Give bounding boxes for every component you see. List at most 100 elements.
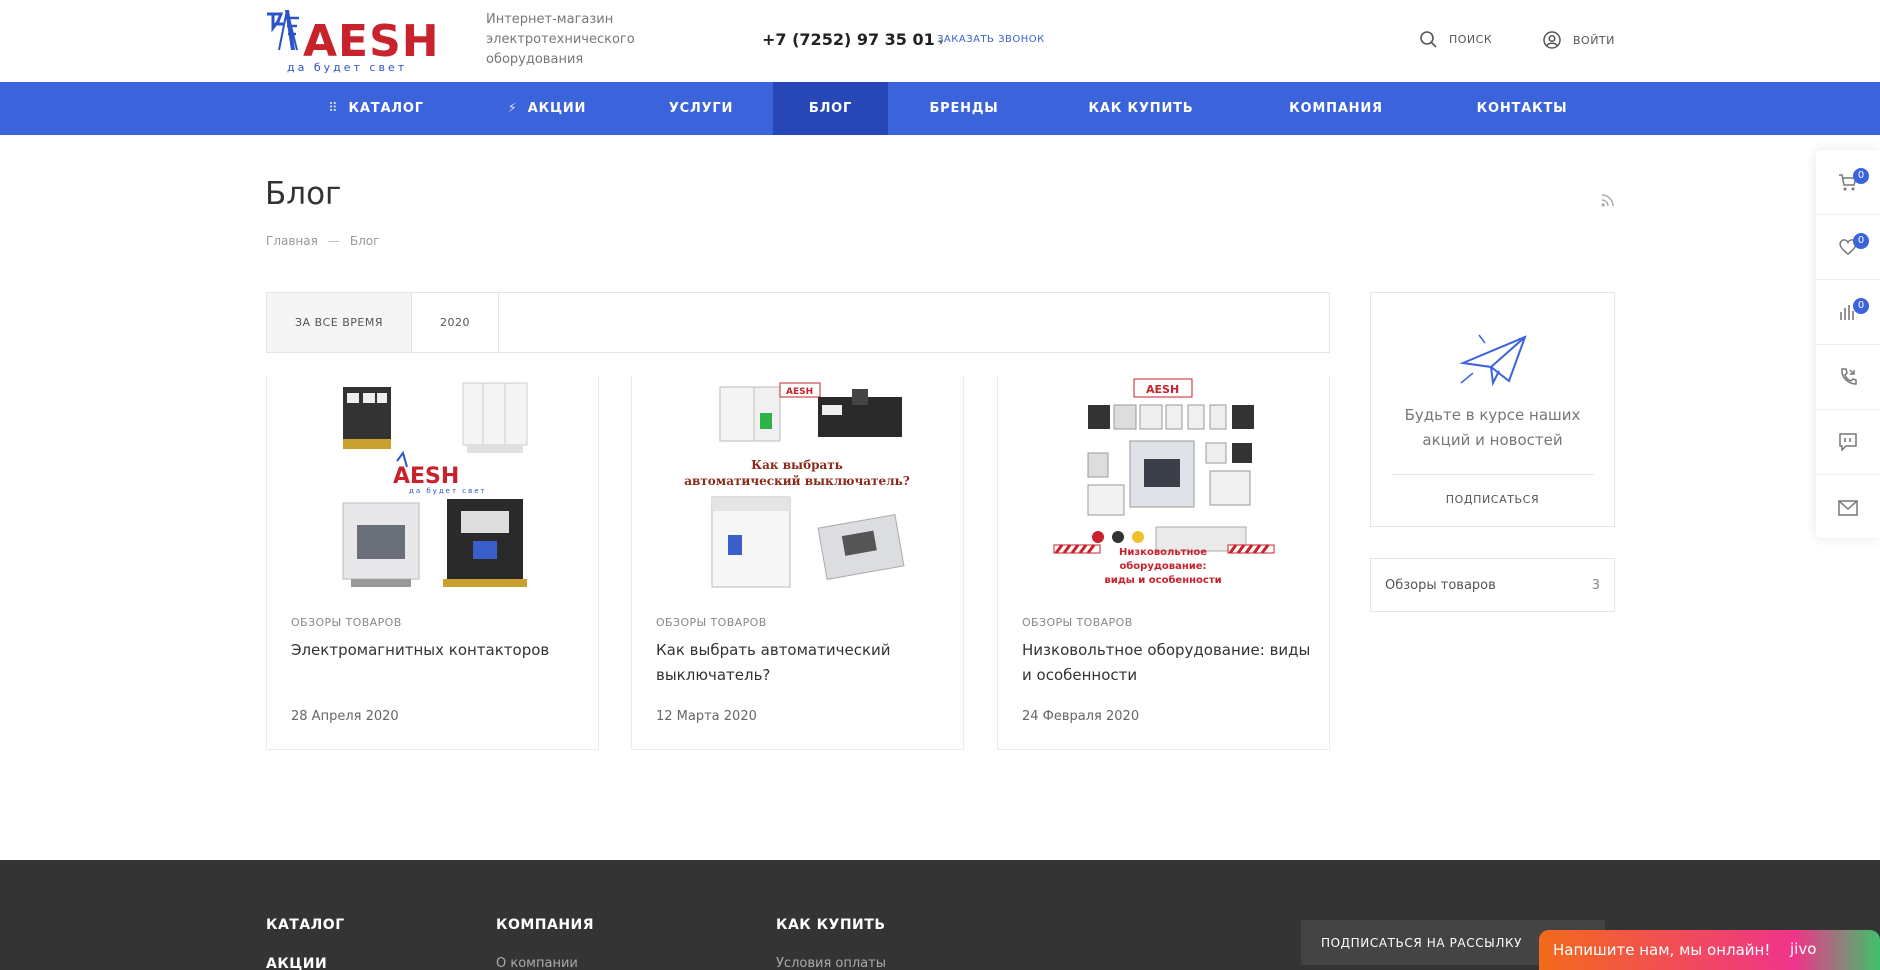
favorites-count-badge: 0 [1853, 233, 1869, 249]
card-title[interactable]: Низковольтное оборудование: виды и особе… [1022, 638, 1312, 688]
paper-plane-icon [1459, 334, 1527, 387]
card-logo: AESH [393, 464, 459, 489]
logo-text: AESH [303, 16, 440, 67]
side-cart-button[interactable]: 0 [1816, 150, 1880, 215]
card-image-caption: виды и особенности [1104, 574, 1221, 586]
phone-text: +7 (7252) 97 35 01 [762, 30, 935, 49]
chat-text: Напишите нам, мы онлайн! [1553, 941, 1771, 959]
card-logo: AESH [1146, 383, 1179, 396]
card-image-breakers[interactable]: AESH Как выбрать автоматический выключат… [632, 375, 963, 593]
card-category[interactable]: ОБЗОРЫ ТОВАРОВ [291, 616, 402, 629]
card-date: 28 Апреля 2020 [291, 709, 399, 724]
search-label: ПОИСК [1449, 33, 1493, 46]
blog-card[interactable]: AESH Низковольтное оборудование: виды и … [997, 375, 1330, 750]
nav-label: КАК КУПИТЬ [1088, 101, 1194, 116]
card-title[interactable]: Электромагнитных контакторов [291, 638, 581, 663]
period-filter: ЗА ВСЕ ВРЕМЯ 2020 [266, 292, 1330, 353]
card-logo-sub: да будет свет [409, 487, 487, 495]
card-image-caption: Как выбрать [751, 458, 843, 472]
card-image-contactors[interactable]: AESH да будет свет [267, 375, 598, 593]
footer-payment-link[interactable]: Условия оплаты [776, 956, 886, 970]
category-item[interactable]: Обзоры товаров 3 [1370, 558, 1615, 612]
page-title: Блог [265, 176, 342, 212]
nav-item-blog[interactable]: БЛОГ [773, 82, 888, 135]
breadcrumb-separator: — [327, 234, 340, 248]
breadcrumb: Главная — Блог [266, 234, 379, 248]
breadcrumb-home[interactable]: Главная [266, 234, 318, 248]
nav-item-contacts[interactable]: КОНТАКТЫ [1464, 82, 1580, 135]
phone-icon [1841, 368, 1857, 385]
nav-label: КАТАЛОГ [348, 101, 424, 116]
category-count: 3 [1591, 577, 1600, 593]
side-favorites-button[interactable]: 0 [1816, 215, 1880, 280]
card-image-low-voltage[interactable]: AESH Низковольтное оборудование: виды и … [998, 375, 1329, 593]
side-callback-button[interactable] [1816, 345, 1880, 410]
nav-item-company[interactable]: КОМПАНИЯ [1268, 82, 1404, 135]
callback-link[interactable]: ЗАКАЗАТЬ ЗВОНОК [937, 34, 1045, 45]
nav-label: БРЕНДЫ [929, 101, 999, 116]
footer-about-link[interactable]: О компании [496, 956, 578, 970]
user-icon [1543, 31, 1561, 49]
chat-quote-icon [1839, 433, 1857, 452]
rss-icon[interactable] [1600, 192, 1616, 208]
nav-item-how-to-buy[interactable]: КАК КУПИТЬ [1070, 82, 1212, 135]
low-voltage-illustration: AESH Низковольтное оборудование: виды и … [1053, 378, 1275, 586]
card-date: 24 Февраля 2020 [1022, 709, 1140, 724]
blog-card[interactable]: AESH да будет свет ОБЗОРЫ ТОВАРОВ Электр… [266, 375, 599, 750]
card-image-caption: Низковольтное [1119, 547, 1207, 558]
hazard-stripes-right [1227, 544, 1275, 554]
main-nav: ⠿ КАТАЛОГ ⚡ АКЦИИ УСЛУГИ БЛОГ БРЕНДЫ КАК К… [0, 82, 1880, 135]
lightning-icon: ⚡ [507, 101, 518, 116]
live-chat-widget[interactable]: Напишите нам, мы онлайн! jivo [1539, 930, 1880, 970]
nav-item-sales[interactable]: ⚡ АКЦИИ [494, 82, 600, 135]
category-name: Обзоры товаров [1385, 577, 1496, 593]
card-image-caption: автоматический выключатель? [684, 474, 910, 488]
nav-label: КОМПАНИЯ [1289, 101, 1383, 116]
nav-label: КОНТАКТЫ [1476, 101, 1568, 116]
card-category[interactable]: ОБЗОРЫ ТОВАРОВ [1022, 616, 1133, 629]
filter-2020[interactable]: 2020 [412, 293, 500, 352]
side-review-button[interactable] [1816, 410, 1880, 475]
card-logo: AESH [786, 387, 813, 397]
mail-icon [1838, 499, 1858, 516]
footer-sales-link[interactable]: АКЦИИ [266, 956, 327, 970]
filter-all-time[interactable]: ЗА ВСЕ ВРЕМЯ [267, 293, 413, 352]
logo-subtext: да будет свет [287, 61, 408, 74]
side-email-button[interactable] [1816, 475, 1880, 540]
contactors-illustration: AESH да будет свет [342, 382, 528, 587]
nav-item-catalog[interactable]: ⠿ КАТАЛОГ [300, 82, 452, 135]
card-category[interactable]: ОБЗОРЫ ТОВАРОВ [656, 616, 767, 629]
site-header: AESH да будет свет Интернет-магазин элек… [0, 0, 1880, 82]
footer-how-to-buy-heading[interactable]: КАК КУПИТЬ [776, 917, 886, 933]
card-title[interactable]: Как выбрать автоматический выключатель? [656, 638, 946, 688]
breadcrumb-current: Блог [349, 234, 380, 248]
nav-item-services[interactable]: УСЛУГИ [650, 82, 752, 135]
jivo-logo: jivo [1790, 940, 1817, 958]
footer-catalog-link[interactable]: КАТАЛОГ [266, 917, 345, 933]
search-button[interactable]: ПОИСК [1420, 31, 1492, 48]
grid-icon: ⠿ [328, 101, 339, 116]
search-icon [1420, 31, 1437, 48]
breakers-illustration: AESH Как выбрать автоматический выключат… [684, 382, 910, 588]
card-date: 12 Марта 2020 [656, 709, 757, 724]
divider [1391, 474, 1594, 475]
hazard-stripes-left [1053, 544, 1101, 554]
site-logo[interactable]: AESH да будет свет [265, 10, 451, 74]
side-compare-button[interactable]: 0 [1816, 280, 1880, 345]
compare-count-badge: 0 [1853, 298, 1869, 314]
nav-label: УСЛУГИ [668, 101, 734, 116]
footer-company-heading[interactable]: КОМПАНИЯ [496, 917, 594, 933]
login-label: ВОЙТИ [1573, 33, 1615, 47]
nav-item-brands[interactable]: БРЕНДЫ [912, 82, 1016, 135]
login-button[interactable]: ВОЙТИ [1543, 31, 1615, 49]
nav-label: БЛОГ [808, 101, 853, 116]
tagline: Интернет-магазин электротехнического обо… [486, 12, 635, 67]
phone-number[interactable]: +7 (7252) 97 35 01 ▾ [762, 30, 943, 49]
card-image-caption: оборудование: [1119, 560, 1206, 572]
blog-card[interactable]: AESH Как выбрать автоматический выключат… [631, 375, 964, 750]
subscribe-button[interactable]: ПОДПИСАТЬСЯ [1371, 493, 1614, 506]
subscribe-text: Будьте в курсе наших акций и новостей [1404, 406, 1581, 449]
nav-label: АКЦИИ [527, 101, 587, 116]
cart-count-badge: 0 [1853, 168, 1869, 184]
subscribe-widget: Будьте в курсе наших акций и новостей ПО… [1370, 292, 1615, 527]
